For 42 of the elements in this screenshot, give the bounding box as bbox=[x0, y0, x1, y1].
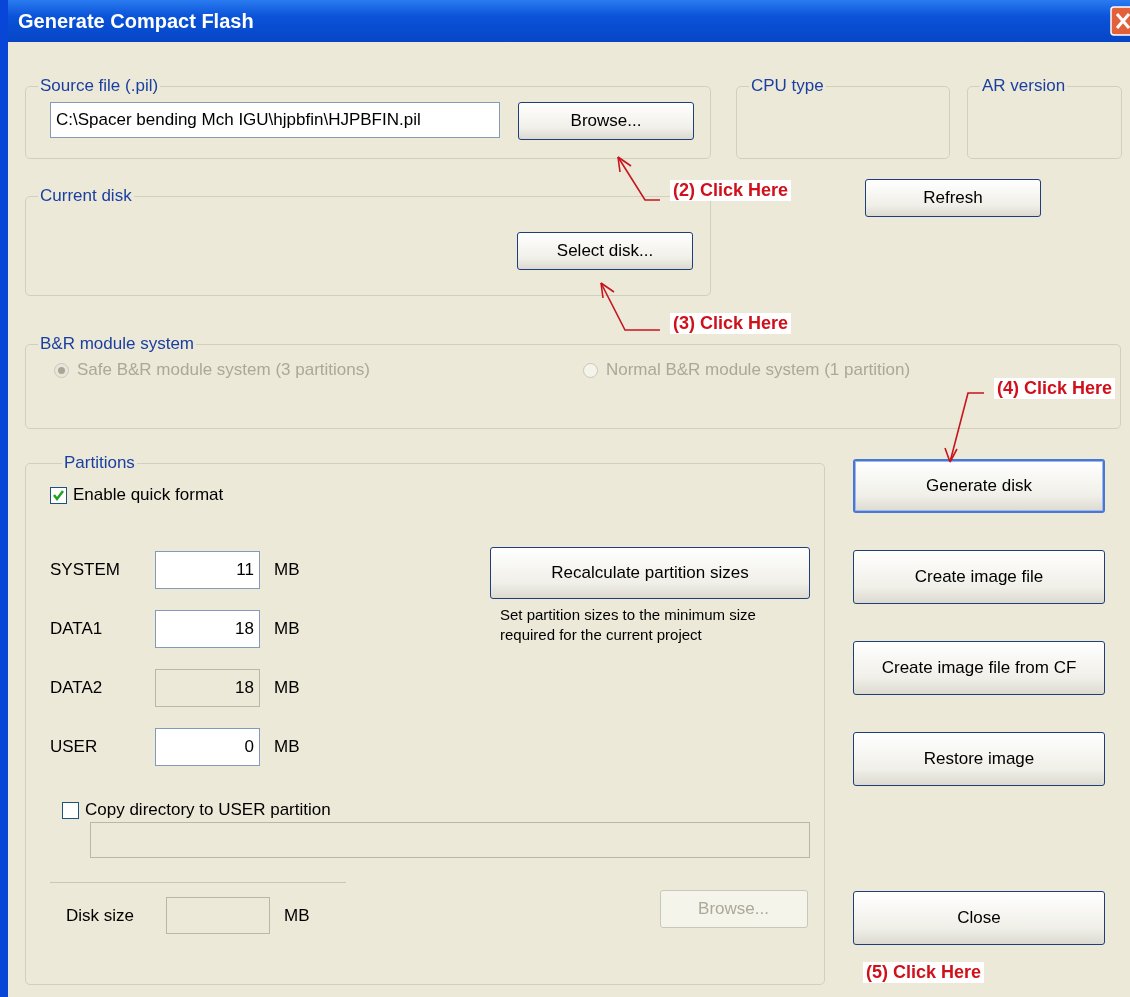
action-button[interactable]: Generate disk bbox=[853, 459, 1105, 513]
annotation-label: (3) Click Here bbox=[670, 313, 792, 334]
group-label: Source file (.pil) bbox=[39, 76, 160, 96]
action-button[interactable]: Restore image bbox=[853, 732, 1105, 786]
browse-button[interactable]: Browse... bbox=[518, 102, 694, 140]
group-label: AR version bbox=[981, 76, 1067, 96]
disk-size-label: Disk size bbox=[66, 905, 135, 926]
partition-label: DATA2 bbox=[50, 678, 104, 698]
checkbox-option[interactable]: Enable quick format bbox=[50, 485, 824, 505]
arrow-icon bbox=[600, 282, 661, 331]
partition-size-field[interactable]: 11 bbox=[155, 551, 260, 589]
unit-label: MB bbox=[274, 560, 300, 580]
unit-label: MB bbox=[274, 678, 300, 698]
window-title: Generate Compact Flash bbox=[18, 9, 254, 33]
select-disk-button[interactable]: Select disk... bbox=[517, 232, 693, 270]
refresh-button[interactable]: Refresh bbox=[865, 179, 1041, 217]
group-label: CPU type bbox=[750, 76, 825, 96]
annotation-label: (2) Click Here bbox=[670, 180, 792, 201]
check-icon bbox=[52, 488, 65, 502]
close-icon[interactable] bbox=[1110, 6, 1130, 36]
unit-label: MB bbox=[274, 619, 300, 639]
group-label: B&R module system bbox=[39, 334, 195, 354]
partition-size-field[interactable]: 0 bbox=[155, 728, 260, 766]
hint-text: Set partition sizes to the minimum size required for the current project bbox=[500, 605, 757, 645]
recalculate-button[interactable]: Recalculate partition sizes bbox=[490, 547, 810, 599]
annotation-label: (4) Click Here bbox=[994, 378, 1116, 399]
group-label: Current disk bbox=[39, 186, 133, 206]
group-label: Partitions bbox=[63, 453, 136, 473]
source-file-field[interactable]: C:\Spacer bending Mch IGU\hjpbfin\HJPBFIN.pil bbox=[50, 102, 500, 138]
arrow-icon bbox=[944, 392, 985, 463]
partition-label: USER bbox=[50, 737, 99, 757]
action-button[interactable]: Create image file from CF bbox=[853, 641, 1105, 695]
checkbox-option[interactable]: Copy directory to USER partition bbox=[62, 800, 824, 820]
partition-label: DATA1 bbox=[50, 619, 104, 639]
action-button[interactable]: Close bbox=[853, 891, 1105, 945]
arrow-icon bbox=[617, 156, 661, 201]
unit-label: MB bbox=[284, 905, 310, 926]
unit-label: MB bbox=[274, 737, 300, 757]
partition-label: SYSTEM bbox=[50, 560, 121, 580]
action-button[interactable]: Create image file bbox=[853, 550, 1105, 604]
partition-size-field[interactable]: 18 bbox=[155, 610, 260, 648]
annotation-label: (5) Click Here bbox=[863, 962, 985, 983]
